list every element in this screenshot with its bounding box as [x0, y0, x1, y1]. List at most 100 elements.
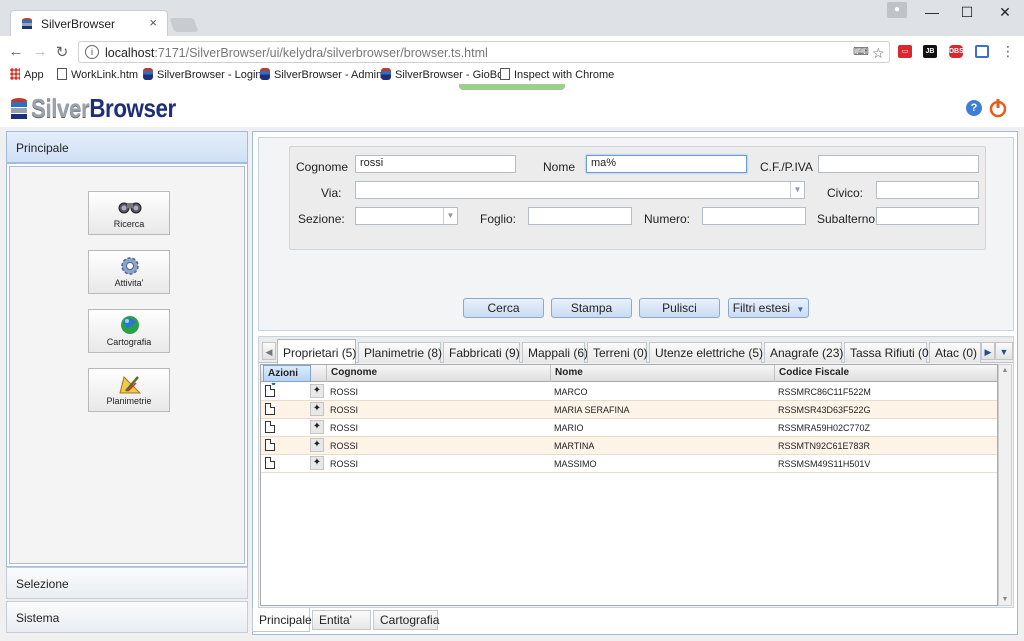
- pin-icon[interactable]: ✦: [310, 438, 324, 452]
- cell-codice-fiscale: RSSMRC86C11F522M: [778, 387, 871, 397]
- foglio-field[interactable]: [528, 207, 632, 225]
- jb-extension-icon[interactable]: JB: [923, 45, 937, 58]
- column-header-azioni[interactable]: Azioni ▼: [263, 365, 311, 389]
- forward-icon[interactable]: →: [31, 43, 49, 60]
- help-icon[interactable]: ?: [966, 100, 982, 116]
- filtri-estesi-label: Filtri estesi: [732, 301, 791, 315]
- via-combobox[interactable]: ▼: [355, 181, 805, 199]
- nome-field[interactable]: ma%: [586, 155, 747, 173]
- url-text: localhost:7171/SilverBrowser/ui/kelydra/…: [105, 46, 488, 60]
- scroll-up-icon[interactable]: ▲: [999, 367, 1011, 374]
- translate-icon[interactable]: ⌨: [853, 45, 869, 58]
- binoculars-icon: [118, 202, 142, 214]
- cell-codice-fiscale: RSSMTN92C61E783R: [778, 441, 871, 451]
- chevron-down-icon[interactable]: ▼: [443, 208, 457, 224]
- tab-scroll-right-icon[interactable]: ▶: [981, 342, 995, 360]
- document-icon[interactable]: [265, 385, 275, 397]
- grid-header: Azioni ▼ Cognome Nome Codice Fiscale: [261, 365, 997, 389]
- pin-icon[interactable]: ✦: [310, 456, 324, 470]
- table-row[interactable]: ✦ ROSSI MARCO RSSMRC86C11F522M: [261, 383, 997, 401]
- browser-tab[interactable]: SilverBrowser ×: [10, 10, 168, 36]
- sidebar-section-selezione[interactable]: Selezione: [6, 567, 248, 599]
- menu-icon[interactable]: ⋮: [999, 43, 1017, 60]
- tab-planimetrie[interactable]: Planimetrie (8): [358, 342, 442, 363]
- bookmark-giobo[interactable]: SilverBrowser - GioBo: [381, 68, 503, 81]
- document-icon[interactable]: [265, 421, 275, 433]
- bookmark-login[interactable]: SilverBrowser - Login: [143, 68, 262, 81]
- url-input[interactable]: i localhost:7171/SilverBrowser/ui/kelydr…: [78, 41, 890, 63]
- numero-field[interactable]: [702, 207, 806, 225]
- close-window-button[interactable]: ✕: [990, 4, 1020, 21]
- column-header-nome[interactable]: Nome: [551, 365, 775, 382]
- table-row[interactable]: ✦ ROSSI MARIA SERAFINA RSSMSR43D63F522G: [261, 401, 997, 419]
- reload-icon[interactable]: ↻: [53, 43, 71, 61]
- cartografia-button[interactable]: Cartografia: [88, 309, 170, 353]
- bookmark-app[interactable]: App: [10, 68, 44, 81]
- tab-list-menu-icon[interactable]: ▼: [995, 342, 1013, 360]
- apps-grid-icon: [10, 68, 20, 80]
- sezione-label: Sezione:: [298, 212, 345, 226]
- document-icon[interactable]: [265, 439, 275, 451]
- minimize-button[interactable]: —: [917, 4, 947, 20]
- scroll-down-icon[interactable]: ▼: [999, 596, 1011, 603]
- tab-scroll-left-icon[interactable]: ◀: [262, 342, 276, 360]
- cell-nome: MARIA SERAFINA: [554, 405, 630, 415]
- cell-cognome: ROSSI: [330, 459, 359, 469]
- tab-anagrafe[interactable]: Anagrafe (23): [764, 342, 843, 363]
- logout-icon[interactable]: [988, 98, 1008, 118]
- tab-mappali[interactable]: Mappali (6): [522, 342, 588, 363]
- cerca-button[interactable]: Cerca: [463, 298, 544, 318]
- tab-terreni[interactable]: Terreni (0): [587, 342, 648, 363]
- foglio-label: Foglio:: [480, 212, 517, 226]
- civico-label: Civico:: [827, 186, 864, 200]
- stampa-button[interactable]: Stampa: [551, 298, 632, 318]
- civico-field[interactable]: [876, 181, 979, 199]
- tab-entita[interactable]: Entita': [312, 610, 371, 630]
- tab-utenze-elettriche[interactable]: Utenze elettriche (5): [649, 342, 763, 363]
- column-header-codice-fiscale[interactable]: Codice Fiscale: [775, 365, 997, 382]
- sidebar-section-principale[interactable]: Principale: [6, 131, 248, 163]
- table-row[interactable]: ✦ ROSSI MARTINA RSSMTN92C61E783R: [261, 437, 997, 455]
- cast-extension-icon[interactable]: [975, 45, 989, 58]
- maximize-button[interactable]: ☐: [952, 4, 982, 21]
- table-row[interactable]: ✦ ROSSI MASSIMO RSSMSM49S11H501V: [261, 455, 997, 473]
- dbs-extension-icon[interactable]: DBS: [949, 45, 964, 58]
- column-header-cognome[interactable]: Cognome: [327, 365, 551, 382]
- sezione-combobox[interactable]: ▼: [355, 207, 458, 225]
- tab-proprietari[interactable]: Proprietari (5): [277, 339, 356, 364]
- tab-principale[interactable]: Principale: [252, 608, 312, 632]
- sidebar-section-sistema[interactable]: Sistema: [6, 601, 248, 633]
- pin-icon[interactable]: ✦: [310, 402, 324, 416]
- results-tabbar: ◀ Proprietari (5) Planimetrie (8) Fabbri…: [259, 337, 1013, 364]
- tab-atac[interactable]: Atac (0): [929, 342, 981, 363]
- bookmark-inspect[interactable]: Inspect with Chrome: [500, 68, 614, 81]
- document-icon[interactable]: [265, 403, 275, 415]
- chevron-down-icon[interactable]: ▼: [790, 182, 804, 198]
- pin-icon[interactable]: ✦: [310, 384, 324, 398]
- tab-close-icon[interactable]: ×: [149, 15, 157, 30]
- grid-vertical-scrollbar[interactable]: ▲ ▼: [998, 364, 1012, 606]
- bookmark-admin[interactable]: SilverBrowser - Admin: [260, 68, 382, 81]
- planimetrie-button[interactable]: Planimetrie: [88, 368, 170, 412]
- profile-icon[interactable]: ●: [887, 2, 907, 18]
- tab-tassa-rifiuti[interactable]: Tassa Rifiuti (0): [844, 342, 933, 363]
- filtri-estesi-button[interactable]: Filtri estesi ▼: [728, 298, 809, 318]
- tab-cartografia[interactable]: Cartografia: [373, 610, 439, 630]
- cf-field[interactable]: [818, 155, 979, 173]
- info-icon[interactable]: i: [85, 45, 99, 59]
- bookmark-worklink[interactable]: WorkLink.htm: [57, 68, 138, 81]
- tab-fabbricati[interactable]: Fabbricati (9): [443, 342, 520, 363]
- attivita-button[interactable]: Attivita': [88, 250, 170, 294]
- table-row[interactable]: ✦ ROSSI MARIO RSSMRA59H02C770Z: [261, 419, 997, 437]
- document-icon[interactable]: [265, 457, 275, 469]
- ricerca-button[interactable]: Ricerca: [88, 191, 170, 235]
- globe-icon: [121, 316, 139, 334]
- bookmark-star-icon[interactable]: ☆: [872, 45, 885, 62]
- cognome-field[interactable]: rossi: [355, 155, 516, 173]
- pdf-extension-icon[interactable]: ▭: [898, 45, 912, 58]
- pin-icon[interactable]: ✦: [310, 420, 324, 434]
- subalterno-field[interactable]: [876, 207, 979, 225]
- back-icon[interactable]: ←: [7, 43, 25, 60]
- pulisci-button[interactable]: Pulisci: [639, 298, 720, 318]
- new-tab-button[interactable]: [169, 18, 199, 32]
